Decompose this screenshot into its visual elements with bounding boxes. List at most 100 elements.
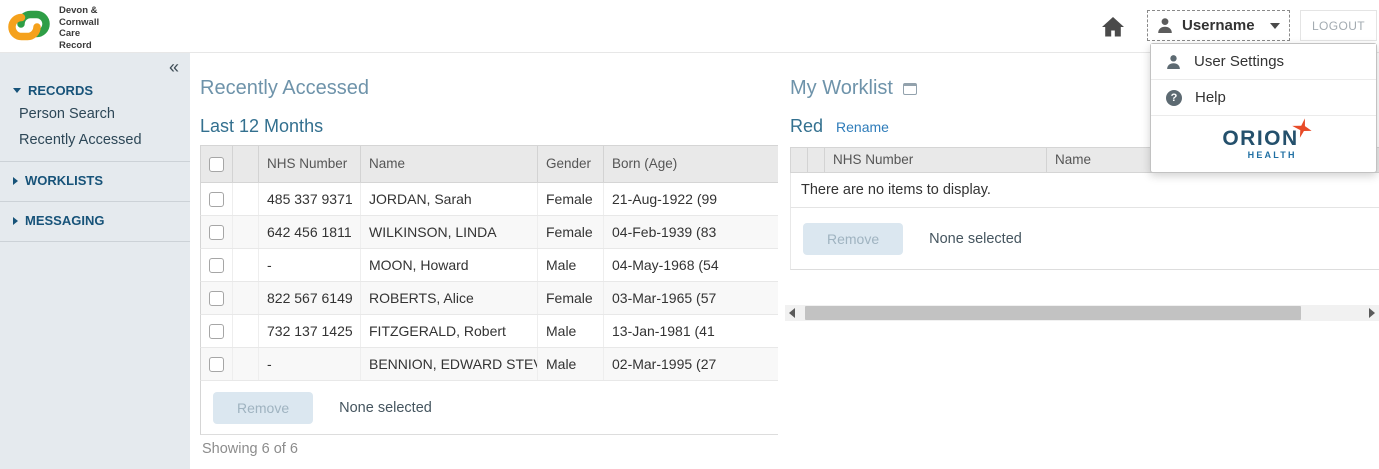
selection-status: None selected [929, 231, 1022, 247]
cell-name: ROBERTS, Alice [361, 282, 538, 314]
table-row[interactable]: 822 567 6149 ROBERTS, Alice Female 03-Ma… [200, 282, 778, 315]
cell-nhs: - [259, 348, 361, 380]
row-spacer-cell [233, 249, 259, 281]
sidebar: « RECORDS Person Search Recently Accesse… [0, 53, 190, 469]
chevron-collapsed-icon [13, 177, 18, 185]
sidebar-item-worklists[interactable]: WORKLISTS [0, 161, 190, 201]
scroll-left-arrow[interactable] [785, 305, 799, 321]
cell-nhs: - [259, 249, 361, 281]
home-icon [1101, 16, 1125, 38]
sidebar-item-records[interactable]: RECORDS [0, 80, 190, 101]
cell-gender: Male [538, 348, 604, 380]
select-all-checkbox[interactable] [209, 157, 224, 172]
cell-nhs: 642 456 1811 [259, 216, 361, 248]
table-row[interactable]: - BENNION, EDWARD STEVEN Male 02-Mar-199… [200, 348, 778, 381]
cell-gender: Female [538, 183, 604, 215]
arrow-left-icon [789, 308, 795, 318]
table-row[interactable]: - MOON, Howard Male 04-May-1968 (54 [200, 249, 778, 282]
sidebar-nav: RECORDS Person Search Recently Accessed … [0, 53, 190, 242]
row-checkbox-cell [201, 216, 233, 248]
logout-button[interactable]: LOGOUT [1300, 10, 1377, 41]
menu-item-label: User Settings [1194, 53, 1284, 70]
selection-status: None selected [339, 400, 432, 416]
column-header-name: Name [361, 146, 538, 182]
table-header-row: NHS Number Name Gender Born (Age) [200, 145, 778, 183]
sidebar-item-messaging[interactable]: MESSAGING [0, 201, 190, 242]
row-checkbox-cell [201, 315, 233, 347]
table-row[interactable]: 732 137 1425 FITZGERALD, Robert Male 13-… [200, 315, 778, 348]
row-spacer-cell [233, 348, 259, 380]
rename-link[interactable]: Rename [836, 119, 889, 135]
header-checkbox-cell [201, 146, 233, 182]
orion-logo-subtext: HEALTH [1222, 150, 1296, 160]
remove-button[interactable]: Remove [803, 223, 903, 255]
chevron-collapsed-icon [13, 217, 18, 225]
column-header-nhs: NHS Number [825, 148, 1047, 172]
popout-window-icon[interactable] [903, 83, 917, 95]
vendor-logo-area: ORION HEALTH [1151, 116, 1376, 172]
sidebar-messaging-label: MESSAGING [25, 213, 104, 228]
table-footer: Remove None selected [200, 381, 778, 435]
header-spacer-cell [801, 148, 825, 172]
horizontal-scrollbar[interactable] [785, 305, 1379, 321]
care-record-logo-icon [8, 3, 50, 48]
column-header-name: Name [1047, 148, 1162, 172]
sidebar-records-label: RECORDS [28, 83, 93, 98]
chevron-expanded-icon [13, 88, 21, 93]
menu-item-help[interactable]: ? Help [1151, 80, 1376, 116]
scrollbar-thumb[interactable] [805, 306, 1301, 320]
cell-born: 13-Jan-1981 (41 [604, 315, 778, 347]
row-checkbox[interactable] [209, 258, 224, 273]
row-spacer-cell [233, 216, 259, 248]
row-checkbox[interactable] [209, 357, 224, 372]
row-checkbox-cell [201, 249, 233, 281]
cell-gender: Male [538, 315, 604, 347]
row-checkbox-cell [201, 183, 233, 215]
row-checkbox[interactable] [209, 324, 224, 339]
cell-nhs: 732 137 1425 [259, 315, 361, 347]
home-button[interactable] [1099, 13, 1127, 41]
cell-born: 03-Mar-1965 (57 [604, 282, 778, 314]
worklist-footer: Remove None selected [790, 208, 1379, 270]
cell-gender: Male [538, 249, 604, 281]
chevron-down-icon [1270, 23, 1280, 29]
app-logo[interactable]: Devon & Cornwall Care Record [8, 3, 99, 52]
scroll-right-arrow[interactable] [1365, 305, 1379, 321]
sidebar-item-person-search[interactable]: Person Search [0, 101, 190, 127]
menu-item-user-settings[interactable]: User Settings [1151, 44, 1376, 80]
row-checkbox[interactable] [209, 192, 224, 207]
row-checkbox[interactable] [209, 291, 224, 306]
cell-name: WILKINSON, LINDA [361, 216, 538, 248]
sidebar-worklists-label: WORKLISTS [25, 173, 103, 188]
sidebar-collapse-icon[interactable]: « [169, 57, 179, 78]
sidebar-item-recently-accessed[interactable]: Recently Accessed [0, 127, 190, 153]
cell-born: 04-Feb-1939 (83 [604, 216, 778, 248]
empty-list-message: There are no items to display. [790, 173, 1379, 208]
help-icon: ? [1166, 90, 1182, 106]
orion-logo-text: ORION [1222, 128, 1298, 149]
table-row[interactable]: 642 456 1811 WILKINSON, LINDA Female 04-… [200, 216, 778, 249]
recently-accessed-panel: Recently Accessed Last 12 Months NHS Num… [200, 53, 778, 469]
cell-gender: Female [538, 282, 604, 314]
cell-name: JORDAN, Sarah [361, 183, 538, 215]
user-icon [1157, 17, 1173, 34]
menu-item-label: Help [1195, 89, 1226, 106]
column-header-born: Born (Age) [604, 146, 778, 182]
remove-button[interactable]: Remove [213, 392, 313, 424]
cell-name: FITZGERALD, Robert [361, 315, 538, 347]
cell-born: 21-Aug-1922 (99 [604, 183, 778, 215]
user-menu-button[interactable]: Username [1147, 10, 1290, 41]
column-header-gender: Gender [538, 146, 604, 182]
arrow-right-icon [1369, 308, 1375, 318]
column-header-nhs: NHS Number [259, 146, 361, 182]
table-row[interactable]: 485 337 9371 JORDAN, Sarah Female 21-Aug… [200, 183, 778, 216]
showing-count: Showing 6 of 6 [202, 441, 298, 457]
user-settings-icon [1166, 54, 1181, 70]
cell-nhs: 485 337 9371 [259, 183, 361, 215]
orion-health-logo: ORION HEALTH [1222, 128, 1304, 160]
my-worklist-title: My Worklist [790, 77, 893, 100]
cell-nhs: 822 567 6149 [259, 282, 361, 314]
row-checkbox[interactable] [209, 225, 224, 240]
brand-text: Devon & Cornwall Care Record [59, 3, 99, 52]
row-spacer-cell [233, 315, 259, 347]
